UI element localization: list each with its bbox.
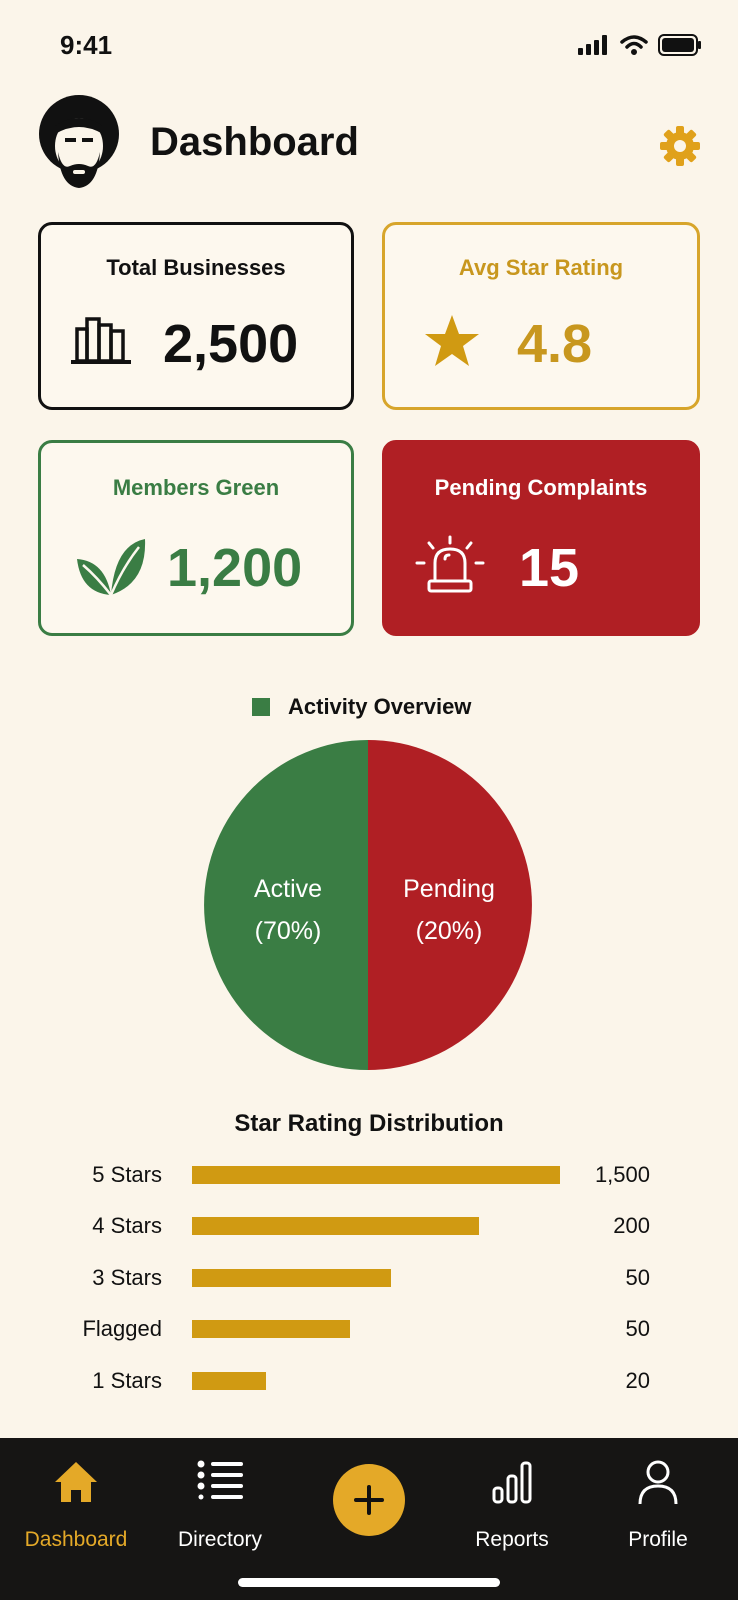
- avg-star-rating-card[interactable]: Avg Star Rating 4.8: [382, 222, 700, 410]
- bar-label: Flagged: [82, 1316, 162, 1341]
- plus-icon: [354, 1485, 384, 1515]
- bar-label: 1 Stars: [92, 1368, 162, 1393]
- status-bar: 9:41: [0, 0, 738, 90]
- bar-track: [192, 1166, 560, 1184]
- bar-label: 5 Stars: [92, 1162, 162, 1187]
- home-icon: [55, 1462, 97, 1502]
- wifi-icon: [620, 35, 648, 55]
- bar-row: Flagged 50: [0, 1310, 738, 1350]
- nav-item-dashboard[interactable]: Dashboard: [6, 1438, 146, 1568]
- settings-button[interactable]: [658, 124, 702, 168]
- legend-swatch: [252, 698, 270, 716]
- avatar[interactable]: [38, 94, 120, 190]
- nav-label: Reports: [475, 1528, 549, 1551]
- bottom-nav: Dashboard Directory Reports Profile: [0, 1438, 738, 1600]
- bar-label: 4 Stars: [92, 1213, 162, 1238]
- bar-value: 50: [625, 1265, 650, 1290]
- bar-fill: [192, 1372, 266, 1390]
- status-icons: [578, 34, 702, 56]
- card-value: 4.8: [517, 314, 593, 374]
- card-title: Avg Star Rating: [458, 255, 624, 280]
- card-title: Total Businesses: [106, 255, 286, 280]
- add-button[interactable]: [333, 1464, 405, 1536]
- pie-label-active-name: Active: [253, 875, 323, 903]
- card-value: 2,500: [163, 314, 299, 374]
- bar-row: 5 Stars 1,500: [0, 1156, 738, 1196]
- card-value: 1,200: [167, 538, 303, 598]
- bar-track: [192, 1320, 560, 1338]
- bar-value: 200: [613, 1213, 650, 1238]
- bar-fill: [192, 1217, 480, 1235]
- person-icon: [638, 1460, 678, 1505]
- pie-label-pending-name: Pending: [403, 875, 495, 903]
- bar-value: 50: [625, 1316, 650, 1341]
- activity-title-text: Activity Overview: [288, 694, 472, 719]
- bar-fill: [192, 1166, 560, 1184]
- star-distribution-title: Star Rating Distribution: [234, 1110, 504, 1137]
- building-icon: [71, 317, 131, 364]
- bar-fill: [192, 1320, 351, 1338]
- gear-icon: [660, 126, 700, 166]
- bar-fill: [192, 1269, 391, 1287]
- home-indicator: [238, 1578, 500, 1587]
- pending-complaints-card[interactable]: Pending Complaints 15: [382, 440, 700, 636]
- bar-value: 20: [625, 1368, 650, 1393]
- nav-item-reports[interactable]: Reports: [442, 1438, 582, 1568]
- card-value: 15: [519, 538, 580, 598]
- bar-row: 1 Stars 20: [0, 1362, 738, 1402]
- battery-icon: [658, 34, 701, 56]
- bar-chart-icon: [492, 1461, 532, 1504]
- card-title: Members Green: [112, 475, 280, 500]
- list-icon: [197, 1460, 243, 1500]
- activity-pie-chart: Active (70%) Pending (20%): [204, 740, 532, 1070]
- nav-item-profile[interactable]: Profile: [588, 1438, 728, 1568]
- bar-track: [192, 1372, 560, 1390]
- bar-row: 4 Stars 200: [0, 1207, 738, 1247]
- user-avatar-icon: [39, 95, 119, 188]
- nav-label: Dashboard: [24, 1528, 128, 1551]
- pie-label-active-percent: (70%): [254, 917, 322, 945]
- total-businesses-card[interactable]: Total Businesses 2,500: [38, 222, 354, 410]
- star-icon: [425, 315, 479, 366]
- nav-label: Profile: [628, 1528, 688, 1551]
- leaf-icon: [77, 539, 146, 596]
- bar-row: 3 Stars 50: [0, 1259, 738, 1299]
- bar-track: [192, 1269, 560, 1287]
- pie-label-pending-percent: (20%): [415, 917, 483, 945]
- card-title: Pending Complaints: [434, 475, 648, 500]
- bar-value: 1,500: [594, 1162, 650, 1187]
- nav-item-directory[interactable]: Directory: [150, 1438, 290, 1568]
- alarm-siren-icon: [415, 535, 485, 593]
- members-green-card[interactable]: Members Green 1,200: [38, 440, 354, 636]
- status-time: 9:41: [60, 30, 113, 60]
- pie-label-pending: Pending (20%): [384, 868, 514, 952]
- cellular-signal-icon: [578, 35, 607, 55]
- bar-track: [192, 1217, 560, 1235]
- pie-label-active: Active (70%): [226, 868, 350, 952]
- nav-label: Directory: [177, 1528, 262, 1551]
- page-title: Dashboard: [150, 120, 359, 164]
- bar-label: 3 Stars: [92, 1265, 162, 1290]
- activity-overview-title: Activity Overview: [252, 694, 471, 720]
